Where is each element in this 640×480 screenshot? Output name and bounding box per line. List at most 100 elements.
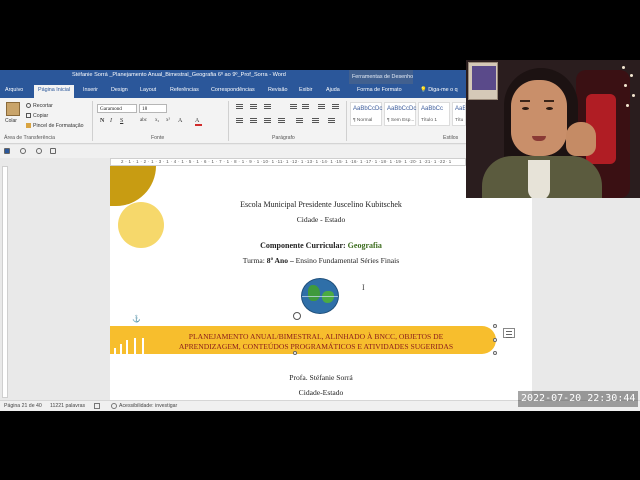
redo-icon[interactable] — [36, 148, 42, 154]
save-icon[interactable] — [4, 148, 10, 154]
selection-handle[interactable] — [493, 338, 497, 342]
increase-indent-icon[interactable] — [302, 104, 309, 110]
accessibility-status[interactable]: Acessibilidade: investigar — [119, 403, 177, 409]
tab-ajuda[interactable]: Ajuda — [326, 87, 340, 93]
layout-options-button[interactable] — [503, 328, 515, 338]
font-group-label: Fonte — [151, 135, 165, 141]
align-left-icon[interactable] — [236, 118, 243, 124]
copy-icon — [26, 113, 31, 119]
selection-handle[interactable] — [493, 351, 497, 355]
sort-icon[interactable] — [318, 104, 325, 110]
style-title[interactable]: AaB Títu — [452, 102, 466, 126]
tab-inserir[interactable]: Inserir — [83, 87, 98, 93]
selection-handle[interactable] — [293, 351, 297, 355]
paste-label: Colar — [5, 118, 17, 124]
align-center-icon[interactable] — [250, 118, 257, 124]
style-sample: AaBbCc — [421, 106, 444, 112]
scissors-icon — [26, 103, 31, 109]
numbering-icon[interactable] — [250, 104, 257, 110]
font-name-select[interactable]: Garamond — [97, 104, 137, 113]
city-state: Cidade - Estado — [296, 215, 346, 224]
selection-handle[interactable] — [493, 324, 497, 328]
styles-group-label: Estilos — [443, 135, 459, 141]
undo-icon[interactable] — [20, 148, 26, 154]
tab-design[interactable]: Design — [111, 87, 128, 93]
subscript-button[interactable]: x₂ — [155, 118, 159, 123]
multilevel-list-icon[interactable] — [264, 104, 271, 110]
screen: Stéfanie Sorrá _Planejamento Anual_Bimes… — [0, 0, 640, 480]
accessibility-icon[interactable] — [111, 403, 117, 409]
rotate-handle[interactable] — [293, 312, 301, 320]
borders-icon[interactable] — [328, 118, 335, 124]
tell-me-box[interactable]: 💡 Diga-me o q — [420, 87, 458, 93]
class-line: Turma: 8º Ano – Ensino Fundamental Série… — [110, 256, 532, 265]
print-preview-icon[interactable] — [50, 148, 56, 154]
recording-timestamp: 2022-07-20 22:30:44 — [518, 391, 639, 407]
copy-label: Copiar — [33, 113, 49, 119]
tab-exibir[interactable]: Exibir — [299, 87, 312, 93]
tab-correspondencias[interactable]: Correspondências — [211, 87, 255, 93]
page-count[interactable]: Página 21 de 40 — [4, 403, 42, 409]
bullets-icon[interactable] — [236, 104, 243, 110]
banner-line-1: PLANEJAMENTO ANUAL/BIMESTRAL, ALINHADO À… — [188, 332, 444, 341]
tab-referencias[interactable]: Referências — [170, 87, 199, 93]
justify-icon[interactable] — [278, 118, 285, 124]
tab-revisao[interactable]: Revisão — [268, 87, 287, 93]
class-rest: Ensino Fundamental Séries Finais — [293, 256, 400, 265]
bold-button[interactable]: N — [100, 118, 104, 124]
align-right-icon[interactable] — [264, 118, 271, 124]
group-separator — [92, 101, 93, 141]
group-separator — [346, 101, 347, 141]
tab-layout[interactable]: Layout — [140, 87, 156, 93]
style-name: Título 1 — [421, 118, 437, 123]
banner-stripes — [114, 338, 144, 354]
banner-text: PLANEJAMENTO ANUAL/BIMESTRAL, ALINHADO À… — [146, 332, 486, 352]
style-sample: AaBbCcDc — [387, 106, 417, 112]
tab-forma-de-formato[interactable]: Forma de Formato — [357, 87, 402, 93]
globe-icon[interactable] — [301, 278, 339, 314]
italic-button[interactable]: I — [110, 118, 112, 124]
city-footer: Cidade-Estado — [298, 388, 344, 397]
person-face — [511, 80, 567, 156]
horizontal-ruler[interactable]: 2 · 1 · 1 · 2 · 1 · 3 · 1 · 4 · 1 · 5 · … — [110, 158, 466, 166]
text-effects-button[interactable]: A — [178, 118, 182, 124]
webcam-overlay — [466, 60, 640, 198]
drawing-tools-label: Ferramentas de Desenho — [349, 70, 413, 84]
underline-button[interactable]: S — [120, 118, 123, 124]
font-color-button[interactable]: A — [195, 118, 202, 126]
proofing-icon[interactable] — [94, 403, 100, 409]
teacher-name: Profa. Stéfanie Sorrá — [289, 373, 353, 382]
decrease-indent-icon[interactable] — [290, 104, 297, 110]
anchor-icon[interactable]: ⚓ — [132, 315, 141, 323]
paragraph-group-label: Parágrafo — [272, 135, 295, 141]
title-banner-shape[interactable]: PLANEJAMENTO ANUAL/BIMESTRAL, ALINHADO À… — [110, 326, 496, 354]
brush-icon — [26, 123, 31, 129]
font-size-select[interactable]: 18 — [139, 104, 167, 113]
format-painter-button[interactable]: Pincel de Formatação — [26, 123, 83, 129]
paste-button[interactable]: Colar — [5, 102, 21, 128]
lightbulb-icon: 💡 — [420, 87, 427, 93]
line-spacing-icon[interactable] — [296, 118, 303, 124]
tab-arquivo[interactable]: Arquivo — [5, 87, 23, 93]
ruler-numbers: 2 · 1 · 1 · 2 · 1 · 3 · 1 · 4 · 1 · 5 · … — [121, 159, 452, 164]
style-name: ¶ Normal — [353, 118, 373, 123]
cut-button[interactable]: Recortar — [26, 103, 53, 109]
word-count[interactable]: 11221 palavras — [50, 403, 85, 409]
cut-label: Recortar — [33, 103, 53, 109]
shading-icon[interactable] — [312, 118, 319, 124]
vertical-ruler[interactable] — [2, 166, 8, 398]
document-title: Stéfanie Sorrá _Planejamento Anual_Bimes… — [72, 72, 286, 78]
document-page[interactable]: Escola Municipal Presidente Juscelino Ku… — [110, 166, 532, 400]
tab-pagina-inicial[interactable]: Página Inicial — [34, 85, 75, 98]
copy-button[interactable]: Copiar — [26, 113, 48, 119]
class-label: Turma: — [242, 256, 265, 265]
style-heading-1[interactable]: AaBbCc Título 1 — [418, 102, 450, 126]
style-no-spacing[interactable]: AaBbCcDc ¶ Sem Esp... — [384, 102, 416, 126]
style-normal[interactable]: AaBbCcDc ¶ Normal — [350, 102, 382, 126]
strikethrough-button[interactable]: abc — [140, 118, 147, 123]
pilcrow-icon[interactable] — [332, 104, 339, 110]
style-name: Títu — [455, 118, 464, 123]
superscript-button[interactable]: x² — [166, 118, 170, 123]
format-painter-label: Pincel de Formatação — [33, 123, 84, 129]
eye-right — [546, 107, 553, 110]
